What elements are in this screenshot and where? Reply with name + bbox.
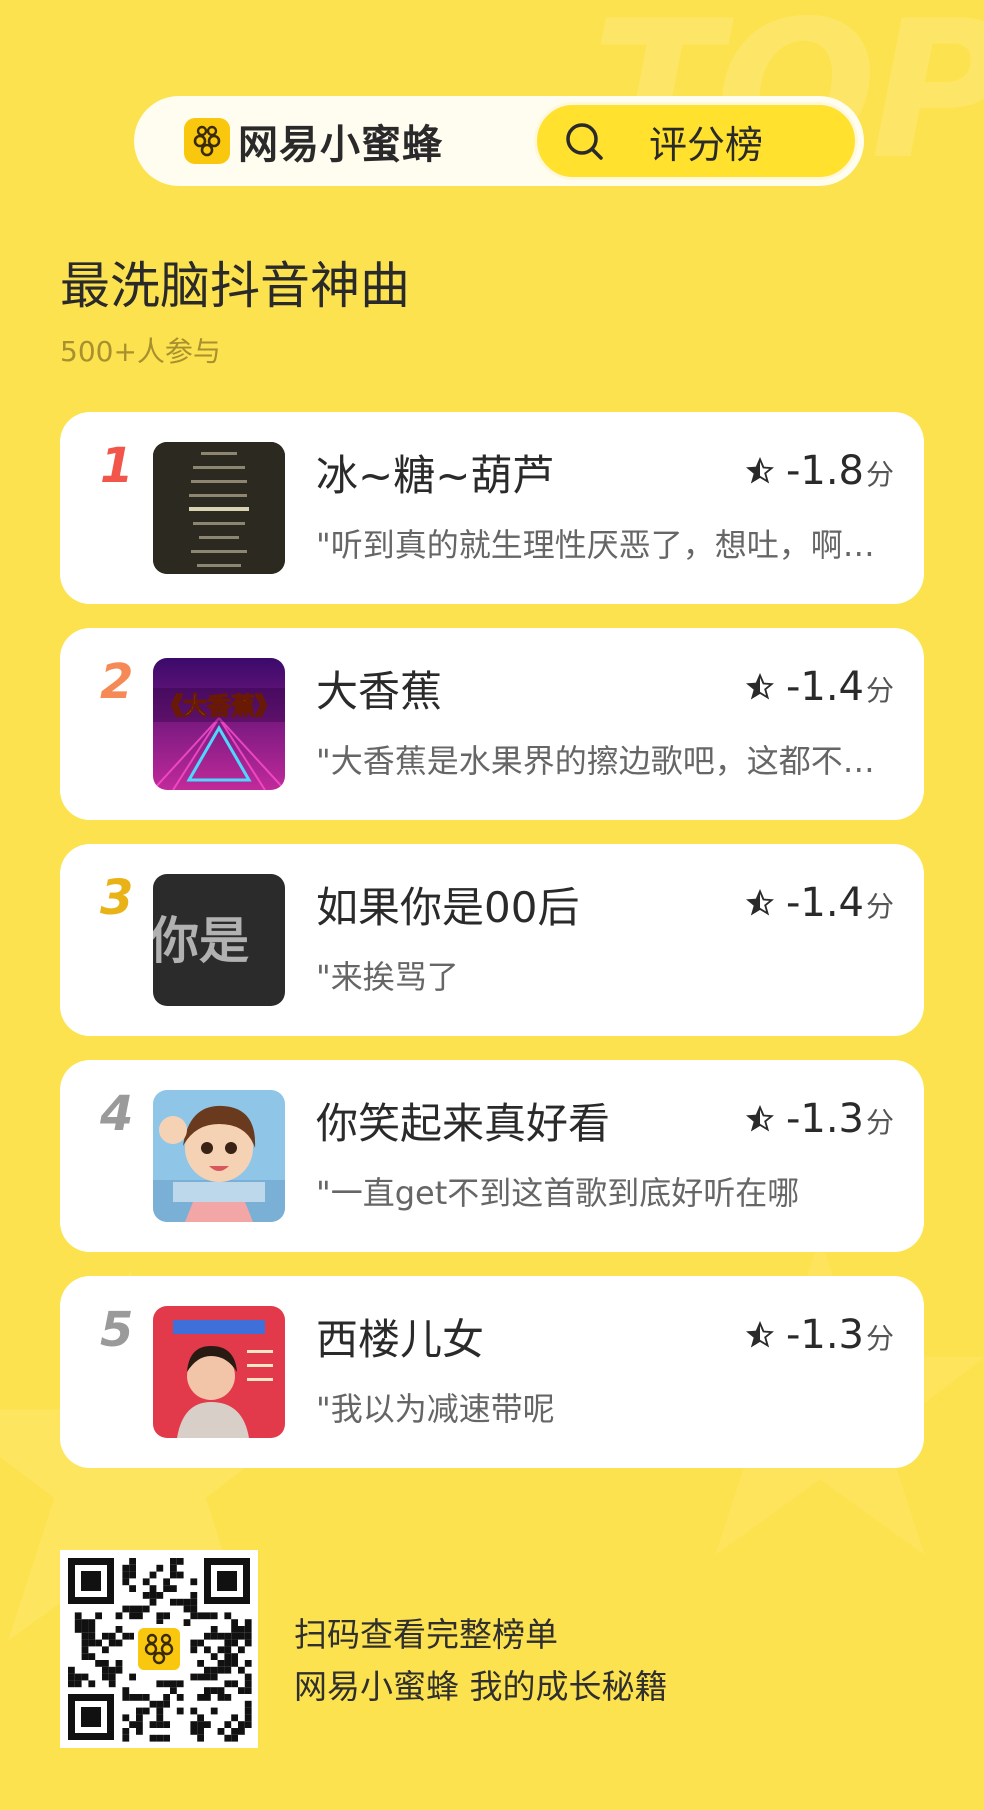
score-value: -1.8 <box>785 448 864 494</box>
list-item[interactable]: 1 冰~糖~葫芦 -1.8 分 "听到真的就生理性厌恶了，想吐，啊… <box>60 412 924 604</box>
score-unit: 分 <box>865 890 894 923</box>
review-quote: "一直get不到这首歌到底好听在哪 <box>316 1174 800 1212</box>
half-star-icon <box>745 457 774 484</box>
song-cover <box>153 442 285 574</box>
review-quote: "听到真的就生理性厌恶了，想吐，啊… <box>316 526 875 564</box>
search-icon <box>566 123 603 160</box>
score: -1.3 分 <box>745 1312 894 1358</box>
header-bar: 网易小蜜蜂 评分榜 <box>134 96 864 186</box>
rank-number: 5 <box>100 1302 134 1358</box>
song-title: 你笑起来真好看 <box>316 1099 611 1148</box>
song-cover <box>153 1306 285 1438</box>
rank-number: 4 <box>100 1086 134 1142</box>
rank-tab-label: 评分榜 <box>649 122 764 167</box>
cover-title-text: 你是 <box>153 912 249 970</box>
song-cover <box>153 1090 285 1222</box>
score-unit: 分 <box>865 1106 894 1139</box>
participant-count: 500+人参与 <box>60 335 221 368</box>
list-item[interactable]: 4 你笑起来真好看 -1.3 分 "一直get不到这首歌到底好听在哪 <box>60 1060 924 1252</box>
song-title: 如果你是00后 <box>316 883 580 932</box>
cover-title-text: 《大香蕉》 <box>159 692 279 720</box>
song-title: 冰~糖~葫芦 <box>316 451 555 500</box>
song-cover: 《大香蕉》 <box>153 658 285 790</box>
song-title: 西楼儿女 <box>316 1315 485 1364</box>
score: -1.4 分 <box>745 880 894 926</box>
score-value: -1.3 <box>785 1312 864 1358</box>
song-cover: 你是 <box>153 874 285 1006</box>
footer-slogan: 网易小蜜蜂 我的成长秘籍 <box>294 1667 668 1706</box>
score-unit: 分 <box>865 1322 894 1355</box>
score-value: -1.4 <box>785 664 864 710</box>
review-quote: "大香蕉是水果界的擦边歌吧，这都不… <box>316 742 875 780</box>
rank-number: 1 <box>100 438 134 494</box>
rating-rank-tab[interactable]: 评分榜 <box>534 102 858 180</box>
half-star-icon <box>745 889 774 916</box>
score: -1.8 分 <box>745 448 894 494</box>
score-value: -1.4 <box>785 880 864 926</box>
half-star-icon <box>745 673 774 700</box>
brand[interactable]: 网易小蜜蜂 <box>184 112 443 170</box>
score: -1.4 分 <box>745 664 894 710</box>
song-title: 大香蕉 <box>316 667 443 716</box>
review-quote: "来挨骂了 <box>316 958 459 996</box>
list-item[interactable]: 2 《大香蕉》 大香蕉 -1.4 分 "大香蕉是水果界的擦边歌吧，这都不… <box>60 628 924 820</box>
half-star-icon <box>745 1321 774 1348</box>
rank-number: 2 <box>100 654 134 710</box>
list-title: 最洗脑抖音神曲 <box>60 257 410 315</box>
list-item[interactable]: 3 你是 如果你是00后 -1.4 分 "来挨骂了 <box>60 844 924 1036</box>
review-quote: "我以为减速带呢 <box>316 1390 555 1428</box>
half-star-icon <box>745 1105 774 1132</box>
score-unit: 分 <box>865 458 894 491</box>
rank-number: 3 <box>100 870 134 926</box>
brand-name: 网易小蜜蜂 <box>238 122 443 168</box>
list-item[interactable]: 5 西楼儿女 -1.3 分 "我以为减速带呢 <box>60 1276 924 1468</box>
score-value: -1.3 <box>785 1096 864 1142</box>
score: -1.3 分 <box>745 1096 894 1142</box>
bee-icon <box>184 118 230 164</box>
footer-scan-text: 扫码查看完整榜单 <box>294 1615 558 1654</box>
score-unit: 分 <box>865 674 894 707</box>
qr-code[interactable] <box>60 1550 258 1748</box>
